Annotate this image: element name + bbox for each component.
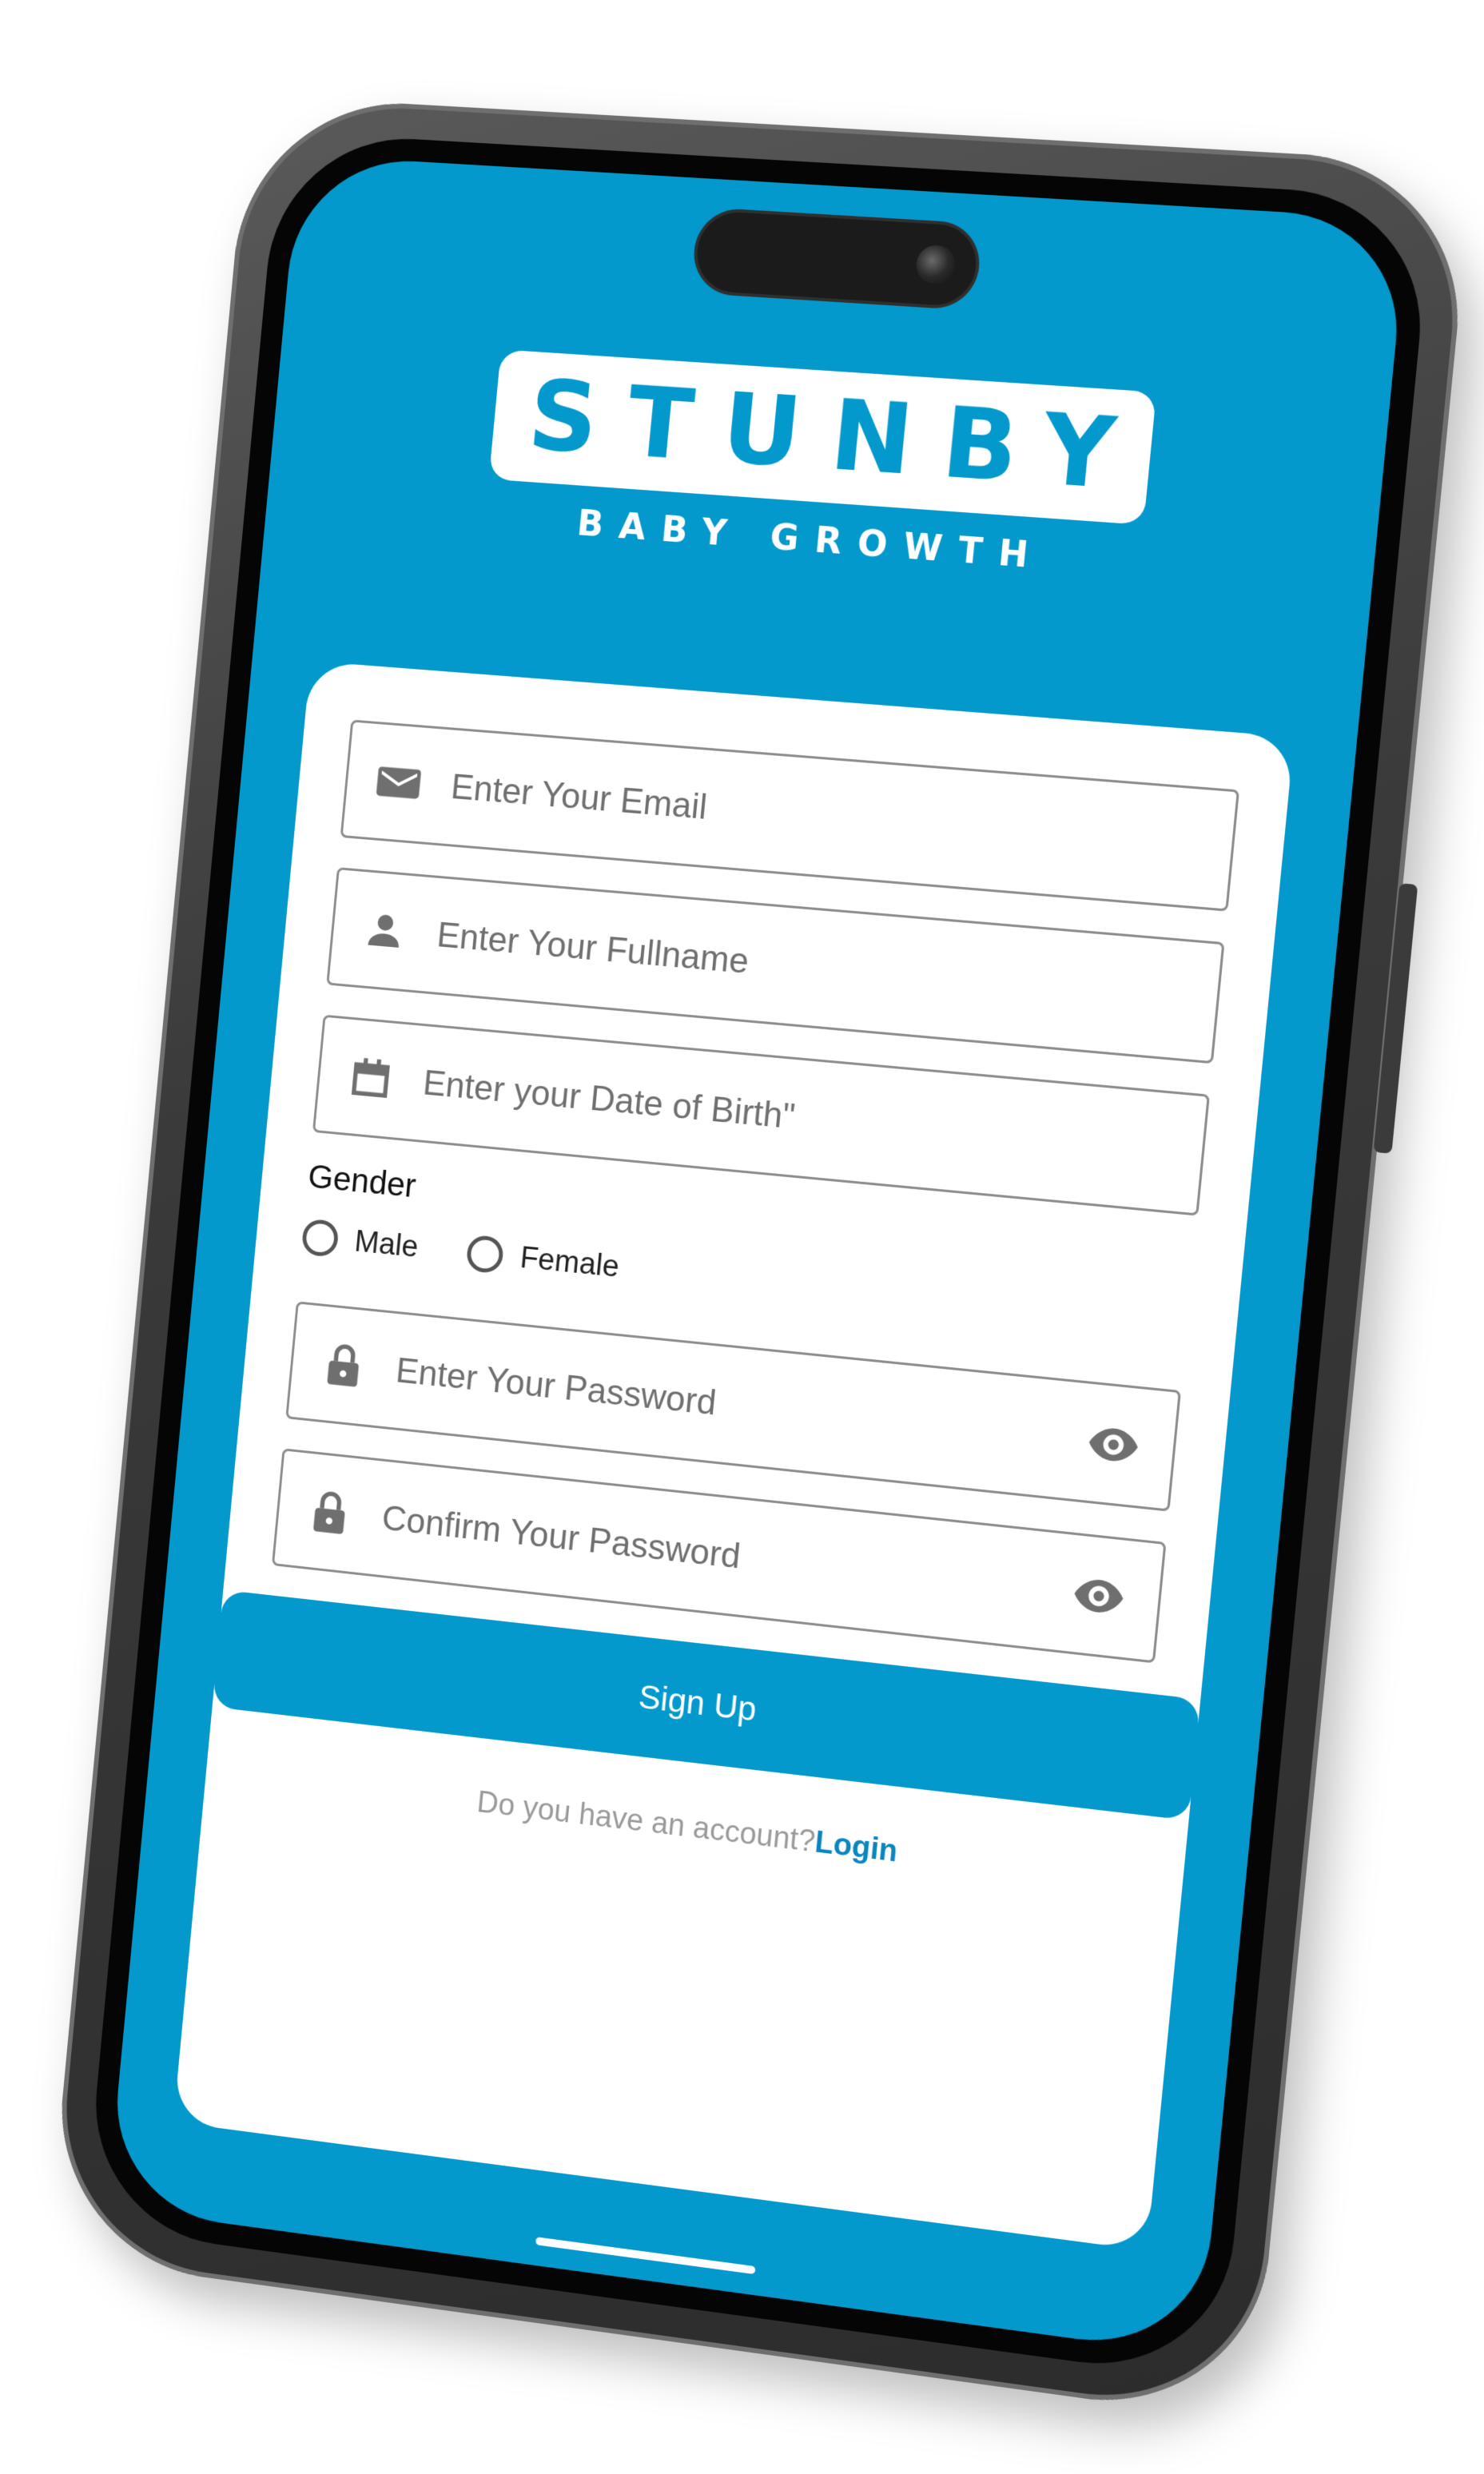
phone-frame: STUNBY BABY GROWTH Enter Your Email Ente… bbox=[47, 94, 1474, 2422]
app-logo: STUNBY BABY GROWTH bbox=[265, 336, 1390, 601]
login-question: Do you have an account? bbox=[475, 1785, 817, 1859]
radio-female[interactable] bbox=[465, 1234, 505, 1275]
eye-icon[interactable] bbox=[1084, 1415, 1143, 1474]
lock-icon bbox=[319, 1339, 369, 1391]
gender-option-female[interactable]: Female bbox=[465, 1234, 621, 1286]
radio-male[interactable] bbox=[300, 1218, 340, 1258]
lock-icon bbox=[304, 1486, 355, 1538]
gender-option-label: Male bbox=[352, 1224, 420, 1264]
calendar-icon bbox=[345, 1052, 396, 1104]
email-icon bbox=[373, 758, 424, 809]
screen-bezel: STUNBY BABY GROWTH Enter Your Email Ente… bbox=[84, 131, 1434, 2381]
person-icon bbox=[360, 905, 410, 957]
stage: STUNBY BABY GROWTH Enter Your Email Ente… bbox=[0, 0, 1484, 2474]
email-input[interactable] bbox=[444, 729, 1237, 910]
signup-card: Gender Male Female bbox=[173, 661, 1295, 2251]
dynamic-island bbox=[693, 210, 980, 308]
eye-icon[interactable] bbox=[1069, 1567, 1128, 1626]
camera-icon bbox=[913, 244, 957, 285]
logo-plate: STUNBY bbox=[488, 349, 1157, 525]
app-screen: STUNBY BABY GROWTH Enter Your Email Ente… bbox=[107, 154, 1408, 2356]
home-indicator[interactable] bbox=[535, 2237, 756, 2275]
logo-title: STUNBY bbox=[523, 358, 1152, 514]
gender-option-label: Female bbox=[519, 1240, 621, 1284]
login-link[interactable]: Login bbox=[814, 1825, 899, 1868]
gender-option-male[interactable]: Male bbox=[300, 1218, 420, 1266]
